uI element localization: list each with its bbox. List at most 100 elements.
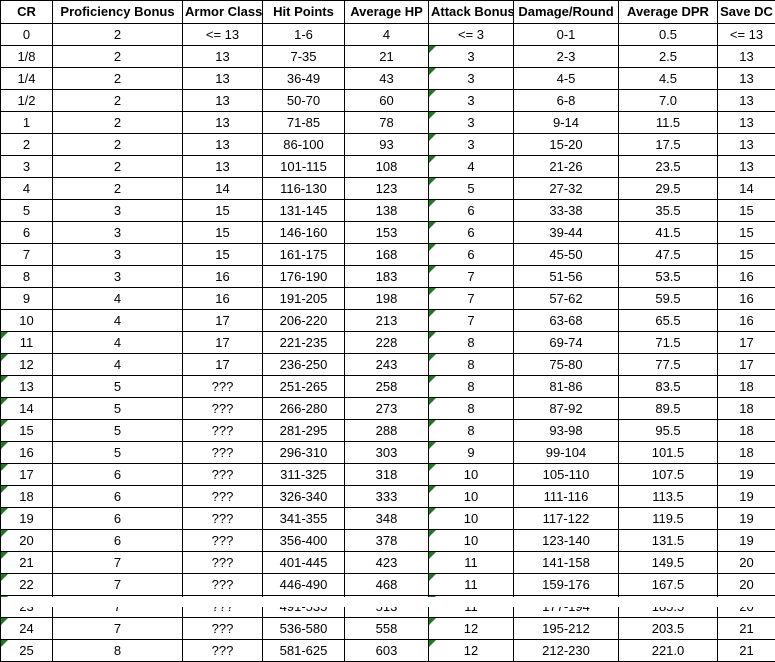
cell-cr[interactable]: 13: [1, 376, 53, 398]
cell-average-dpr[interactable]: 29.5: [619, 178, 718, 200]
cell-save-dc[interactable]: 13: [718, 68, 775, 90]
cell-armor-class[interactable]: ???: [183, 376, 263, 398]
cell-damage-round[interactable]: 9-14: [514, 112, 619, 134]
cell-average-hp[interactable]: 423: [345, 552, 429, 574]
cell-average-dpr[interactable]: 203.5: [619, 618, 718, 640]
cell-attack-bonus[interactable]: 9: [429, 442, 514, 464]
cell-armor-class[interactable]: 13: [183, 68, 263, 90]
cell-armor-class[interactable]: <= 13: [183, 24, 263, 46]
cell-hit-points[interactable]: 236-250: [263, 354, 345, 376]
cell-attack-bonus[interactable]: 8: [429, 354, 514, 376]
cell-average-dpr[interactable]: 65.5: [619, 310, 718, 332]
cell-average-hp[interactable]: 123: [345, 178, 429, 200]
cell-damage-round[interactable]: 27-32: [514, 178, 619, 200]
column-header-average-hp[interactable]: Average HP: [345, 1, 429, 24]
cell-average-hp[interactable]: 213: [345, 310, 429, 332]
cell-cr[interactable]: 25: [1, 640, 53, 662]
cell-average-hp[interactable]: 288: [345, 420, 429, 442]
cell-average-hp[interactable]: 303: [345, 442, 429, 464]
cell-average-hp[interactable]: 318: [345, 464, 429, 486]
cell-average-dpr[interactable]: 59.5: [619, 288, 718, 310]
cell-attack-bonus[interactable]: 7: [429, 288, 514, 310]
cell-armor-class[interactable]: 15: [183, 222, 263, 244]
cell-attack-bonus[interactable]: <= 3: [429, 24, 514, 46]
cell-average-hp[interactable]: 243: [345, 354, 429, 376]
cell-proficiency-bonus[interactable]: 3: [53, 200, 183, 222]
cell-save-dc[interactable]: 20: [718, 552, 775, 574]
cell-cr[interactable]: 7: [1, 244, 53, 266]
cell-armor-class[interactable]: 15: [183, 200, 263, 222]
cell-average-hp[interactable]: 4: [345, 24, 429, 46]
cell-armor-class[interactable]: 14: [183, 178, 263, 200]
cell-hit-points[interactable]: 251-265: [263, 376, 345, 398]
cell-damage-round[interactable]: 141-158: [514, 552, 619, 574]
cell-average-hp[interactable]: 228: [345, 332, 429, 354]
cell-damage-round[interactable]: 159-176: [514, 574, 619, 596]
cell-save-dc[interactable]: <= 13: [718, 24, 775, 46]
cell-proficiency-bonus[interactable]: 5: [53, 420, 183, 442]
cell-damage-round[interactable]: 195-212: [514, 618, 619, 640]
column-header-average-dpr[interactable]: Average DPR: [619, 1, 718, 24]
cell-attack-bonus[interactable]: 3: [429, 112, 514, 134]
cell-average-hp[interactable]: 153: [345, 222, 429, 244]
cell-armor-class[interactable]: ???: [183, 618, 263, 640]
column-header-armor-class[interactable]: Armor Class: [183, 1, 263, 24]
cell-damage-round[interactable]: 87-92: [514, 398, 619, 420]
cell-average-dpr[interactable]: 113.5: [619, 486, 718, 508]
cell-hit-points[interactable]: 401-445: [263, 552, 345, 574]
cell-damage-round[interactable]: 117-122: [514, 508, 619, 530]
cell-save-dc[interactable]: 19: [718, 530, 775, 552]
cell-average-dpr[interactable]: 107.5: [619, 464, 718, 486]
cell-hit-points[interactable]: 50-70: [263, 90, 345, 112]
cell-save-dc[interactable]: 13: [718, 134, 775, 156]
cell-cr[interactable]: 17: [1, 464, 53, 486]
cell-attack-bonus[interactable]: 4: [429, 156, 514, 178]
cell-save-dc[interactable]: 15: [718, 222, 775, 244]
cell-cr[interactable]: 0: [1, 24, 53, 46]
cell-save-dc[interactable]: 21: [718, 640, 775, 662]
cell-attack-bonus[interactable]: 11: [429, 574, 514, 596]
cell-save-dc[interactable]: 17: [718, 332, 775, 354]
cell-save-dc[interactable]: 13: [718, 46, 775, 68]
cell-hit-points[interactable]: 7-35: [263, 46, 345, 68]
cell-save-dc[interactable]: 13: [718, 90, 775, 112]
cell-damage-round[interactable]: 39-44: [514, 222, 619, 244]
cell-cr[interactable]: 5: [1, 200, 53, 222]
cell-proficiency-bonus[interactable]: 6: [53, 486, 183, 508]
cell-average-dpr[interactable]: 77.5: [619, 354, 718, 376]
cell-hit-points[interactable]: 176-190: [263, 266, 345, 288]
cell-save-dc[interactable]: 18: [718, 420, 775, 442]
cell-proficiency-bonus[interactable]: 3: [53, 266, 183, 288]
cell-hit-points[interactable]: 101-115: [263, 156, 345, 178]
cell-cr[interactable]: 18: [1, 486, 53, 508]
cell-proficiency-bonus[interactable]: 7: [53, 552, 183, 574]
cell-hit-points[interactable]: 266-280: [263, 398, 345, 420]
cell-attack-bonus[interactable]: 10: [429, 508, 514, 530]
cell-average-hp[interactable]: 558: [345, 618, 429, 640]
column-header-hit-points[interactable]: Hit Points: [263, 1, 345, 24]
cell-average-hp[interactable]: 273: [345, 398, 429, 420]
cell-armor-class[interactable]: ???: [183, 508, 263, 530]
cell-hit-points[interactable]: 536-580: [263, 618, 345, 640]
cell-save-dc[interactable]: 20: [718, 574, 775, 596]
cell-average-dpr[interactable]: 95.5: [619, 420, 718, 442]
cell-damage-round[interactable]: 93-98: [514, 420, 619, 442]
cell-average-dpr[interactable]: 4.5: [619, 68, 718, 90]
cell-cr[interactable]: 12: [1, 354, 53, 376]
cell-attack-bonus[interactable]: 8: [429, 398, 514, 420]
cell-average-dpr[interactable]: 2.5: [619, 46, 718, 68]
column-header-attack-bonus[interactable]: Attack Bonus: [429, 1, 514, 24]
cell-save-dc[interactable]: 18: [718, 442, 775, 464]
cell-attack-bonus[interactable]: 3: [429, 134, 514, 156]
cell-proficiency-bonus[interactable]: 5: [53, 398, 183, 420]
cell-damage-round[interactable]: 45-50: [514, 244, 619, 266]
cell-proficiency-bonus[interactable]: 6: [53, 508, 183, 530]
cell-cr[interactable]: 1/4: [1, 68, 53, 90]
cell-average-hp[interactable]: 333: [345, 486, 429, 508]
cell-hit-points[interactable]: 311-325: [263, 464, 345, 486]
cell-armor-class[interactable]: ???: [183, 640, 263, 662]
cell-armor-class[interactable]: 16: [183, 266, 263, 288]
cell-proficiency-bonus[interactable]: 2: [53, 90, 183, 112]
cell-average-hp[interactable]: 168: [345, 244, 429, 266]
cell-armor-class[interactable]: ???: [183, 486, 263, 508]
